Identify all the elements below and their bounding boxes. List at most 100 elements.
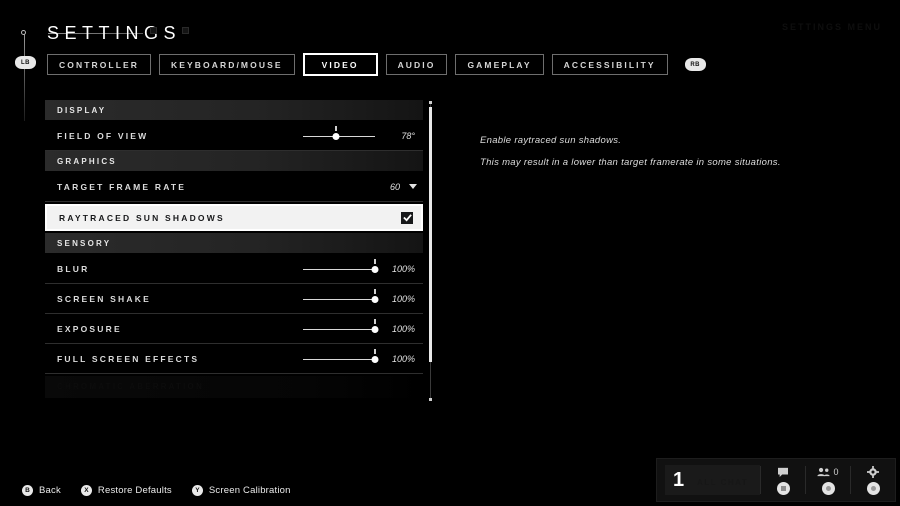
hud-chat-top bbox=[777, 466, 789, 479]
slider-track bbox=[303, 358, 375, 360]
setting-row-screen-shake[interactable]: SCREEN SHAKE 100% bbox=[45, 284, 423, 314]
blur-slider[interactable] bbox=[303, 258, 379, 276]
slider-tick bbox=[374, 318, 376, 324]
button-b-icon: B bbox=[22, 485, 33, 496]
setting-value: 60 bbox=[389, 181, 400, 192]
slider-knob[interactable] bbox=[332, 132, 340, 140]
button-inner-glyph bbox=[825, 485, 831, 491]
setting-row-raytraced-sun-shadows[interactable]: RAYTRACED SUN SHADOWS bbox=[45, 204, 423, 231]
slider-track bbox=[303, 328, 375, 330]
setting-value: 78° bbox=[401, 130, 415, 141]
hud-settings-button[interactable] bbox=[866, 481, 880, 495]
screen-shake-slider[interactable] bbox=[303, 288, 379, 306]
section-header-display: DISPLAY bbox=[45, 100, 423, 120]
setting-label: EXPOSURE bbox=[57, 323, 122, 334]
gear-icon bbox=[867, 466, 879, 478]
hud-settings-cell[interactable] bbox=[851, 459, 895, 501]
tab-video[interactable]: VIDEO bbox=[302, 53, 378, 76]
chevron-down-icon[interactable] bbox=[409, 184, 417, 189]
players-icon bbox=[817, 467, 831, 477]
settings-list: DISPLAY FIELD OF VIEW 78° GRAPHICS TARGE… bbox=[45, 100, 423, 398]
section-header-graphics: GRAPHICS bbox=[45, 151, 423, 171]
setting-row-target-frame-rate[interactable]: TARGET FRAME RATE 60 bbox=[45, 172, 423, 202]
slider-knob[interactable] bbox=[371, 265, 379, 273]
exposure-slider[interactable] bbox=[303, 318, 379, 336]
tab-accessibility[interactable]: ACCESSIBILITY bbox=[551, 54, 668, 75]
action-label: Back bbox=[39, 485, 61, 496]
tab-audio[interactable]: AUDIO bbox=[385, 54, 448, 75]
tab-gameplay[interactable]: GAMEPLAY bbox=[455, 54, 544, 75]
action-back[interactable]: B Back bbox=[22, 485, 61, 496]
right-bumper-indicator[interactable]: RB bbox=[684, 58, 706, 71]
hud-channel-number: 1 bbox=[673, 469, 685, 491]
scrollbar-cap-top bbox=[429, 101, 432, 104]
setting-label: TARGET FRAME RATE bbox=[57, 181, 187, 192]
hud-chat-button[interactable] bbox=[776, 481, 790, 495]
slider-tick bbox=[335, 125, 338, 131]
button-x-icon: X bbox=[80, 485, 92, 496]
title-marker-2 bbox=[182, 27, 189, 34]
setting-value: 100% bbox=[391, 323, 415, 334]
description-line-2: This may result in a lower than target f… bbox=[480, 157, 781, 168]
tab-controller[interactable]: CONTROLLER bbox=[47, 54, 152, 75]
description-line-1: Enable raytraced sun shadows. bbox=[480, 135, 622, 146]
hud-players-cell[interactable]: 0 bbox=[806, 459, 850, 501]
action-restore-defaults[interactable]: X Restore Defaults bbox=[80, 485, 172, 496]
setting-value: 100% bbox=[391, 353, 415, 364]
settings-tab-bar: CONTROLLER KEYBOARD/MOUSE VIDEO AUDIO GA… bbox=[47, 53, 706, 76]
full-screen-effects-slider[interactable] bbox=[303, 348, 379, 366]
slider-knob[interactable] bbox=[371, 355, 379, 363]
button-y-icon: Y bbox=[191, 485, 203, 496]
slider-tick bbox=[374, 348, 376, 354]
slider-track bbox=[303, 268, 375, 270]
slider-knob[interactable] bbox=[371, 295, 379, 303]
setting-label: BLUR bbox=[57, 263, 90, 274]
action-label: Restore Defaults bbox=[97, 485, 172, 496]
hud-players-top: 0 bbox=[817, 466, 839, 479]
slider-track bbox=[303, 298, 375, 300]
chat-bubble-icon bbox=[778, 467, 788, 477]
button-inner-glyph bbox=[870, 485, 876, 491]
action-screen-calibration[interactable]: Y Screen Calibration bbox=[191, 485, 291, 496]
hud-players-count: 0 bbox=[833, 467, 839, 477]
hud-channel-ghost-label: ALL CHAT bbox=[697, 478, 749, 487]
hud-settings-top bbox=[867, 466, 879, 479]
setting-value: 100% bbox=[391, 293, 415, 304]
scrollbar-cap-bottom bbox=[429, 398, 432, 401]
slider-knob[interactable] bbox=[371, 325, 379, 333]
setting-label: CHROMATIC ABERRATION bbox=[57, 382, 204, 391]
ghost-top-right-label: SETTINGS MENU bbox=[781, 22, 882, 32]
action-label: Screen Calibration bbox=[208, 485, 291, 496]
settings-scrollbar[interactable] bbox=[429, 101, 432, 401]
setting-label: FIELD OF VIEW bbox=[57, 130, 149, 141]
hud-channel[interactable]: 1 ALL CHAT bbox=[665, 465, 760, 495]
hud-panel: 1 ALL CHAT 0 bbox=[656, 458, 896, 502]
setting-label: FULL SCREEN EFFECTS bbox=[57, 353, 200, 364]
tab-keyboard-mouse[interactable]: KEYBOARD/MOUSE bbox=[159, 54, 295, 75]
slider-tick bbox=[374, 288, 376, 294]
left-bumper-indicator[interactable]: LB bbox=[15, 56, 36, 69]
setting-label: SCREEN SHAKE bbox=[57, 293, 151, 304]
slider-tick bbox=[374, 258, 376, 264]
setting-row-exposure[interactable]: EXPOSURE 100% bbox=[45, 314, 423, 344]
hud-players-button[interactable] bbox=[821, 481, 835, 495]
raytraced-sun-shadows-checkbox[interactable] bbox=[401, 211, 413, 224]
setting-row-blur[interactable]: BLUR 100% bbox=[45, 254, 423, 284]
action-bar: B Back X Restore Defaults Y Screen Calib… bbox=[22, 485, 291, 496]
header-guide-dot bbox=[21, 30, 26, 35]
scrollbar-thumb[interactable] bbox=[429, 107, 432, 362]
header-guide-line-vertical bbox=[24, 33, 25, 121]
setting-row-full-screen-effects[interactable]: FULL SCREEN EFFECTS 100% bbox=[45, 344, 423, 374]
hud-chat-cell[interactable] bbox=[761, 459, 805, 501]
field-of-view-slider[interactable] bbox=[303, 125, 375, 143]
setting-label: RAYTRACED SUN SHADOWS bbox=[59, 212, 225, 223]
title-marker-group bbox=[150, 27, 189, 34]
setting-value: 100% bbox=[391, 263, 415, 274]
title-marker-1 bbox=[150, 27, 157, 34]
button-inner-glyph bbox=[780, 485, 786, 491]
setting-description-panel: Enable raytraced sun shadows. This may r… bbox=[480, 134, 840, 178]
setting-row-field-of-view[interactable]: FIELD OF VIEW 78° bbox=[45, 121, 423, 151]
checkmark-icon bbox=[402, 214, 412, 222]
section-header-sensory: SENSORY bbox=[45, 233, 423, 253]
setting-row-partial-offscreen[interactable]: CHROMATIC ABERRATION bbox=[45, 376, 423, 398]
